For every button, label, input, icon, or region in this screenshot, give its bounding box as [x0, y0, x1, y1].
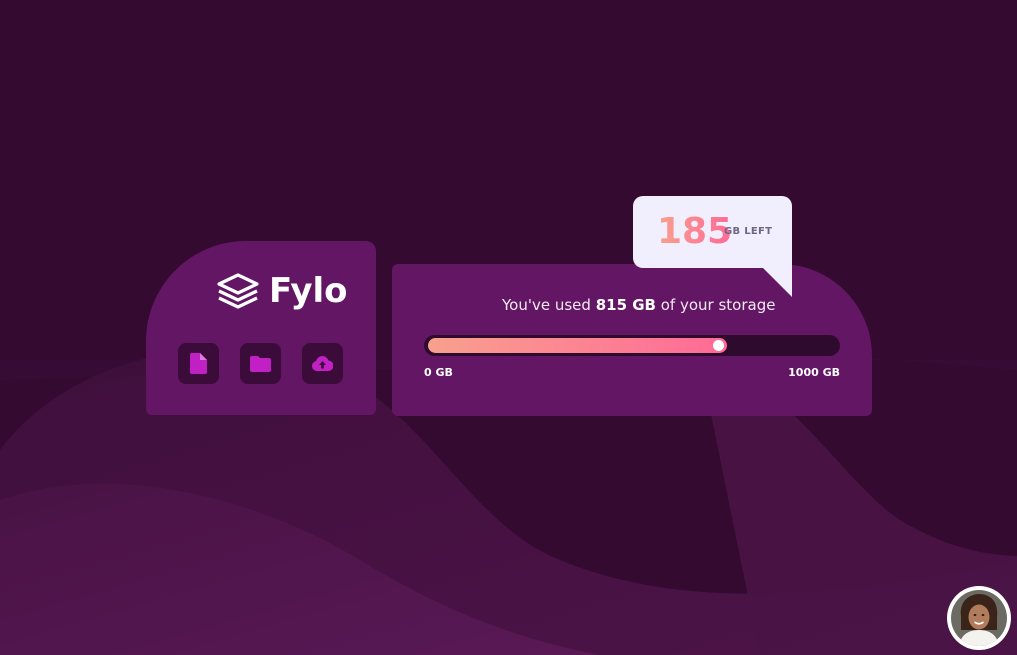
- usage-prefix: You've used: [502, 296, 596, 314]
- cloud-upload-button[interactable]: [302, 343, 343, 384]
- storage-progress-fill: [428, 338, 727, 353]
- remaining-storage-unit: GB LEFT: [724, 226, 773, 237]
- storage-progress-bar: [424, 335, 840, 356]
- stacked-layers-icon: [217, 273, 259, 309]
- used-storage-value: 815 GB: [595, 296, 656, 314]
- remaining-storage-value: 185: [657, 211, 733, 252]
- upload-folder-button[interactable]: [240, 343, 281, 384]
- upload-document-button[interactable]: [178, 343, 219, 384]
- remaining-storage-bubble: 185 GB LEFT: [633, 196, 792, 268]
- scale-min-label: 0 GB: [424, 366, 453, 379]
- brand-name: Fylo: [269, 271, 348, 311]
- action-buttons: [178, 343, 343, 384]
- usage-suffix: of your storage: [655, 296, 776, 314]
- storage-usage-text: You've used 815 GB of your storage: [392, 296, 1017, 314]
- brand-card: Fylo: [146, 241, 376, 415]
- avatar[interactable]: [947, 586, 1011, 650]
- logo: Fylo: [215, 271, 348, 311]
- folder-icon: [250, 355, 271, 372]
- scale-max-label: 1000 GB: [788, 366, 840, 379]
- storage-card: You've used 815 GB of your storage 0 GB …: [392, 264, 872, 416]
- document-icon: [190, 353, 207, 374]
- progress-knob: [713, 340, 724, 351]
- cloud-upload-icon: [312, 356, 333, 371]
- user-avatar-icon: [951, 590, 1007, 646]
- bubble-tail: [762, 267, 792, 297]
